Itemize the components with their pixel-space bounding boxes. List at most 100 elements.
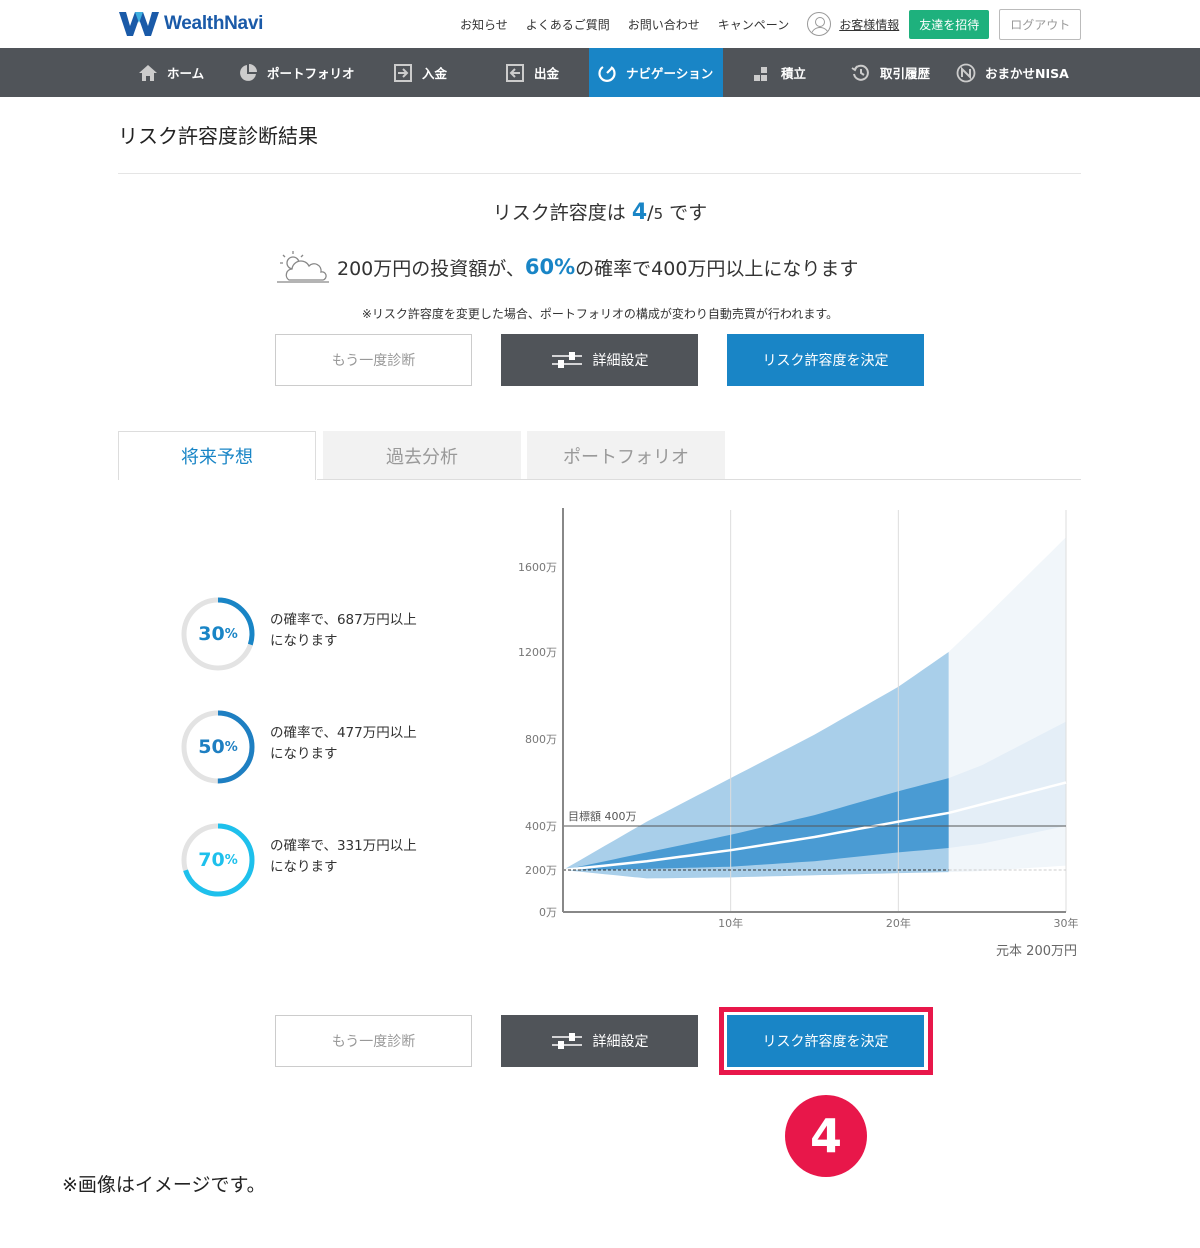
probability-row: 30% の確率で、687万円以上 になります <box>180 596 470 672</box>
probability-label: 30% <box>180 596 256 672</box>
tab-portfolio[interactable]: ポートフォリオ <box>527 431 725 480</box>
button-label: 詳細設定 <box>592 353 649 369</box>
step-badge: 4 <box>785 1095 867 1177</box>
tab-label: 過去分析 <box>386 446 458 468</box>
probability-line1: の確率で、687万円以上 <box>270 612 417 628</box>
nav-item-accumulate[interactable]: 積立 <box>752 48 806 97</box>
withdraw-icon <box>506 63 524 82</box>
logo[interactable]: WealthNavi <box>118 9 263 39</box>
tab-underline <box>317 479 1081 480</box>
probability-unit: % <box>224 626 238 642</box>
nav-label: ナビゲーション <box>626 66 714 81</box>
x-tick-label: 30年 <box>1054 916 1079 930</box>
probability-label: 70% <box>180 822 256 898</box>
detail-settings-button[interactable]: 詳細設定 <box>501 334 698 386</box>
retry-diagnosis-button-bottom[interactable]: もう一度診断 <box>275 1015 472 1067</box>
blocks-icon <box>754 66 767 81</box>
probability-line1: の確率で、477万円以上 <box>270 725 417 741</box>
nav-item-portfolio[interactable]: ポートフォリオ <box>238 48 355 97</box>
contact-link[interactable]: お問い合わせ <box>628 16 700 33</box>
probability-value: 30 <box>198 623 225 645</box>
y-tick-label: 400万 <box>525 820 557 833</box>
nav-item-history[interactable]: 取引履歴 <box>851 48 930 97</box>
divider <box>118 173 1081 174</box>
probability-label: 50% <box>180 709 256 785</box>
logout-button[interactable]: ログアウト <box>999 8 1082 40</box>
probability-unit: % <box>224 739 238 755</box>
nav-item-withdraw[interactable]: 出金 <box>505 48 559 97</box>
decide-risk-tolerance-button[interactable]: リスク許容度を決定 <box>727 334 924 386</box>
deposit-icon <box>394 63 412 82</box>
y-tick-label: 200万 <box>525 864 557 877</box>
faq-link[interactable]: よくあるご質問 <box>526 16 610 33</box>
forecast-chart: 目標額 400万 0万 200万 400万 800万 1200万 1600万 10年 20年 30… <box>518 508 1079 930</box>
retry-diagnosis-button[interactable]: もう一度診断 <box>275 334 472 386</box>
nav-item-deposit[interactable]: 入金 <box>393 48 447 97</box>
probability-row: 50% の確率で、477万円以上 になります <box>180 709 470 785</box>
button-label: 詳細設定 <box>592 1034 649 1050</box>
navigation-icon <box>598 65 616 82</box>
probability-value: 70 <box>198 849 225 871</box>
wealthnavi-logo-icon <box>119 12 159 36</box>
page-title: リスク許容度診断結果 <box>118 124 318 148</box>
risk-tolerance-summary: リスク許容度は 4/5 です <box>0 198 1200 225</box>
y-tick-label: 0万 <box>539 906 557 919</box>
risk-max: 5 <box>653 205 664 223</box>
nav-label: おまかせNISA <box>985 66 1069 81</box>
y-tick-label: 1200万 <box>518 646 557 659</box>
nav-label: 取引履歴 <box>880 66 931 81</box>
nav-label: ポートフォリオ <box>267 66 355 81</box>
nav-label: 出金 <box>534 66 560 81</box>
tab-label: ポートフォリオ <box>563 446 689 468</box>
logo-text: WealthNavi <box>164 13 264 34</box>
sliders-icon <box>551 1033 582 1049</box>
nav-label: 積立 <box>781 66 807 81</box>
probability-row: 70% の確率で、331万円以上 になります <box>180 822 470 898</box>
y-tick-label: 800万 <box>525 733 557 746</box>
probability-line2: になります <box>270 746 338 762</box>
probability-value: 50 <box>198 736 225 758</box>
forecast-suffix: の確率で400万円以上になります <box>575 257 859 280</box>
forecast-summary: 200万円の投資額が、 60% の確率で400万円以上になります <box>275 248 858 286</box>
forecast-prefix: 200万円の投資額が、 <box>337 257 525 280</box>
tab-forecast[interactable]: 将来予想 <box>118 431 316 480</box>
x-tick-label: 20年 <box>886 916 911 930</box>
button-label: リスク許容度を決定 <box>762 353 889 369</box>
disclaimer: ※画像はイメージです。 <box>62 1174 266 1196</box>
invite-button[interactable]: 友達を招待 <box>909 9 990 39</box>
home-icon <box>139 64 157 81</box>
summary-prefix: リスク許容度は <box>492 202 626 224</box>
highlight-frame <box>719 1007 933 1075</box>
nav-item-home[interactable]: ホーム <box>138 48 204 97</box>
button-label: もう一度診断 <box>331 1034 416 1050</box>
pie-chart-icon <box>240 63 257 81</box>
button-label: もう一度診断 <box>331 353 416 369</box>
probability-text: の確率で、477万円以上 になります <box>270 723 417 765</box>
probability-unit: % <box>224 852 238 868</box>
campaign-link[interactable]: キャンペーン <box>718 16 789 33</box>
probability-text: の確率で、687万円以上 になります <box>270 610 417 652</box>
avatar-icon[interactable] <box>807 12 832 36</box>
main-nav: ホーム ポートフォリオ 入金 出金 ナビゲーション 積立 取引履歴 おまかせNI… <box>0 48 1200 97</box>
nav-item-navigation[interactable]: ナビゲーション <box>589 48 723 97</box>
tab-past-analysis[interactable]: 過去分析 <box>323 431 521 480</box>
nav-item-nisa[interactable]: おまかせNISA <box>956 48 1069 97</box>
sliders-icon <box>551 352 582 368</box>
forecast-percentage: 60% <box>524 255 576 279</box>
probability-line2: になります <box>270 633 338 649</box>
principal-note: 元本 200万円 <box>996 944 1077 959</box>
nisa-icon <box>956 63 976 82</box>
target-label: 目標額 400万 <box>568 809 637 823</box>
history-icon <box>851 64 869 81</box>
news-link[interactable]: お知らせ <box>460 16 508 33</box>
change-note: ※リスク許容度を変更した場合、ポートフォリオの構成が変わり自動売買が行われます。 <box>361 307 839 321</box>
account-link[interactable]: お客様情報 <box>839 16 899 33</box>
nav-label: ホーム <box>167 66 205 81</box>
risk-level: 4 <box>631 200 648 225</box>
probability-line1: の確率で、331万円以上 <box>270 838 417 854</box>
probability-text: の確率で、331万円以上 になります <box>270 836 417 878</box>
tab-label: 将来予想 <box>181 447 253 468</box>
detail-settings-button-bottom[interactable]: 詳細設定 <box>501 1015 698 1067</box>
top-bar: WealthNavi お知らせ よくあるご質問 お問い合わせ キャンペーン お客… <box>0 0 1200 48</box>
summary-suffix: です <box>669 202 708 224</box>
